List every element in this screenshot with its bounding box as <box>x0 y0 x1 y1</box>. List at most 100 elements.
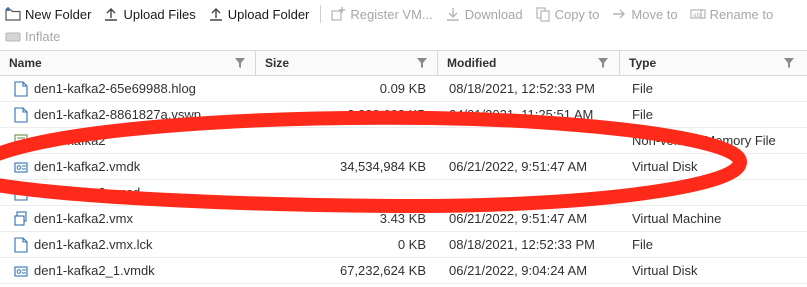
rename-to-label: Rename to <box>709 6 774 22</box>
file-name-cell: den1-kafka2 <box>14 128 254 153</box>
toolbar-row-secondary: Inflate <box>0 25 67 47</box>
file-name-cell: den1-kafka2.vmdk <box>14 154 254 179</box>
filter-icon[interactable] <box>417 57 427 69</box>
file-icon <box>14 106 28 123</box>
move-to-label: Move to <box>631 6 678 22</box>
file-name-cell: den1-kafka2-8861827a.vswp <box>14 102 254 127</box>
nvram-icon <box>14 133 28 148</box>
table-row[interactable]: den1-kafka2 Non-volatile Memory File <box>0 128 807 154</box>
column-header-size[interactable]: Size <box>256 51 436 75</box>
file-type: File <box>632 185 653 200</box>
file-size: 67,232,624 KB <box>339 263 426 278</box>
file-type: Non-volatile Memory File <box>632 133 776 148</box>
table-row[interactable]: den1-kafka2.vmx 3.43 KB 06/21/2022, 9:51… <box>0 206 807 232</box>
rename-to-button[interactable]: ab Rename to <box>685 3 781 25</box>
file-name[interactable]: den1-kafka2 <box>34 133 106 148</box>
datagrid-header: Name Size Modified Type <box>0 51 807 76</box>
file-modified <box>449 180 619 205</box>
copy-icon <box>535 6 551 22</box>
copy-to-label: Copy to <box>554 6 600 22</box>
file-browser-toolbar: New Folder Upload Files Upload Folder Re… <box>0 0 807 48</box>
file-type: Virtual Disk <box>632 159 698 174</box>
file-icon <box>14 184 28 201</box>
file-name[interactable]: den1-kafka2.vmx.lck <box>34 237 153 252</box>
register-vm-icon <box>330 6 346 22</box>
column-header-name-label: Name <box>9 56 42 70</box>
file-modified: 08/18/2021, 12:52:33 PM <box>449 81 596 96</box>
virtual-machine-icon <box>14 210 27 226</box>
table-row[interactable]: den1-kafka2.vmsd File <box>0 180 807 206</box>
new-folder-button[interactable]: New Folder <box>0 3 98 25</box>
file-name[interactable]: den1-kafka2.vmdk <box>34 159 140 174</box>
download-label: Download <box>464 6 523 22</box>
file-size: 3.43 KB <box>379 211 426 226</box>
file-name[interactable]: den1-kafka2.vmx <box>34 211 133 226</box>
new-folder-icon <box>5 6 21 22</box>
inflate-label: Inflate <box>25 28 61 44</box>
upload-folder-button[interactable]: Upload Folder <box>203 3 317 25</box>
file-size <box>256 180 426 205</box>
upload-files-button[interactable]: Upload Files <box>98 3 202 25</box>
inflate-icon <box>5 28 21 44</box>
table-row[interactable]: den1-kafka2-65e69988.hlog 0.09 KB 08/18/… <box>0 76 807 102</box>
svg-text:ab: ab <box>693 12 701 19</box>
file-icon <box>14 80 28 97</box>
file-name[interactable]: den1-kafka2.vmsd <box>34 185 140 200</box>
upload-files-label: Upload Files <box>123 6 196 22</box>
file-name-cell: den1-kafka2.vmx <box>14 206 254 231</box>
column-header-type[interactable]: Type <box>620 51 800 75</box>
column-header-size-label: Size <box>265 56 290 70</box>
column-header-type-label: Type <box>629 56 657 70</box>
rename-icon: ab <box>690 6 706 22</box>
table-row[interactable]: den1-kafka2.vmdk 34,534,984 KB 06/21/202… <box>0 154 807 180</box>
download-button[interactable]: Download <box>440 3 530 25</box>
file-size: 8,388,608 KB <box>347 107 426 122</box>
upload-folder-label: Upload Folder <box>227 6 310 22</box>
new-folder-label: New Folder <box>25 6 92 22</box>
file-type: File <box>632 107 653 122</box>
move-to-button[interactable]: Move to <box>606 3 684 25</box>
file-modified: 06/21/2022, 9:51:47 AM <box>449 159 588 174</box>
file-name-cell: den1-kafka2-65e69988.hlog <box>14 76 254 101</box>
toolbar-separator <box>320 5 322 23</box>
filter-icon[interactable] <box>235 57 245 69</box>
move-icon <box>611 6 627 22</box>
file-modified: 04/01/2021, 11:25:51 AM <box>449 107 594 122</box>
file-size: 0.09 KB <box>379 81 426 96</box>
file-modified <box>449 128 619 153</box>
file-modified: 06/21/2022, 9:51:47 AM <box>449 211 588 226</box>
file-name-cell: den1-kafka2_1.vmdk <box>14 258 254 283</box>
file-icon <box>14 236 28 253</box>
inflate-button[interactable]: Inflate <box>0 25 67 47</box>
file-modified: 08/18/2021, 12:52:33 PM <box>449 237 596 252</box>
table-row[interactable]: den1-kafka2_1.vmdk 67,232,624 KB 06/21/2… <box>0 258 807 284</box>
filter-icon[interactable] <box>784 57 794 69</box>
upload-icon <box>208 6 224 22</box>
register-vm-label: Register VM... <box>350 6 433 22</box>
file-name-cell: den1-kafka2.vmsd <box>14 180 254 205</box>
table-row[interactable]: den1-kafka2.vmx.lck 0 KB 08/18/2021, 12:… <box>0 232 807 258</box>
column-header-modified-label: Modified <box>447 56 497 70</box>
column-header-modified[interactable]: Modified <box>438 51 618 75</box>
file-size <box>256 128 426 153</box>
download-icon <box>445 6 461 22</box>
file-name[interactable]: den1-kafka2_1.vmdk <box>34 263 155 278</box>
table-row[interactable]: den1-kafka2-8861827a.vswp 8,388,608 KB 0… <box>0 102 807 128</box>
register-vm-button[interactable]: Register VM... <box>325 3 439 25</box>
file-name[interactable]: den1-kafka2-8861827a.vswp <box>34 107 201 122</box>
file-name-cell: den1-kafka2.vmx.lck <box>14 232 254 257</box>
file-size: 34,534,984 KB <box>339 159 426 174</box>
copy-to-button[interactable]: Copy to <box>530 3 607 25</box>
upload-icon <box>103 6 119 22</box>
file-type: Virtual Disk <box>632 263 698 278</box>
file-datagrid: Name Size Modified Type den1-kafka2-65e6… <box>0 50 807 287</box>
filter-icon[interactable] <box>598 57 608 69</box>
file-type: File <box>632 81 653 96</box>
column-header-name[interactable]: Name <box>0 51 255 75</box>
toolbar-row-primary: New Folder Upload Files Upload Folder Re… <box>0 3 780 25</box>
virtual-disk-icon <box>14 161 28 173</box>
file-modified: 06/21/2022, 9:04:24 AM <box>449 263 588 278</box>
file-size: 0 KB <box>397 237 426 252</box>
virtual-disk-icon <box>14 265 28 277</box>
file-name[interactable]: den1-kafka2-65e69988.hlog <box>34 81 196 96</box>
